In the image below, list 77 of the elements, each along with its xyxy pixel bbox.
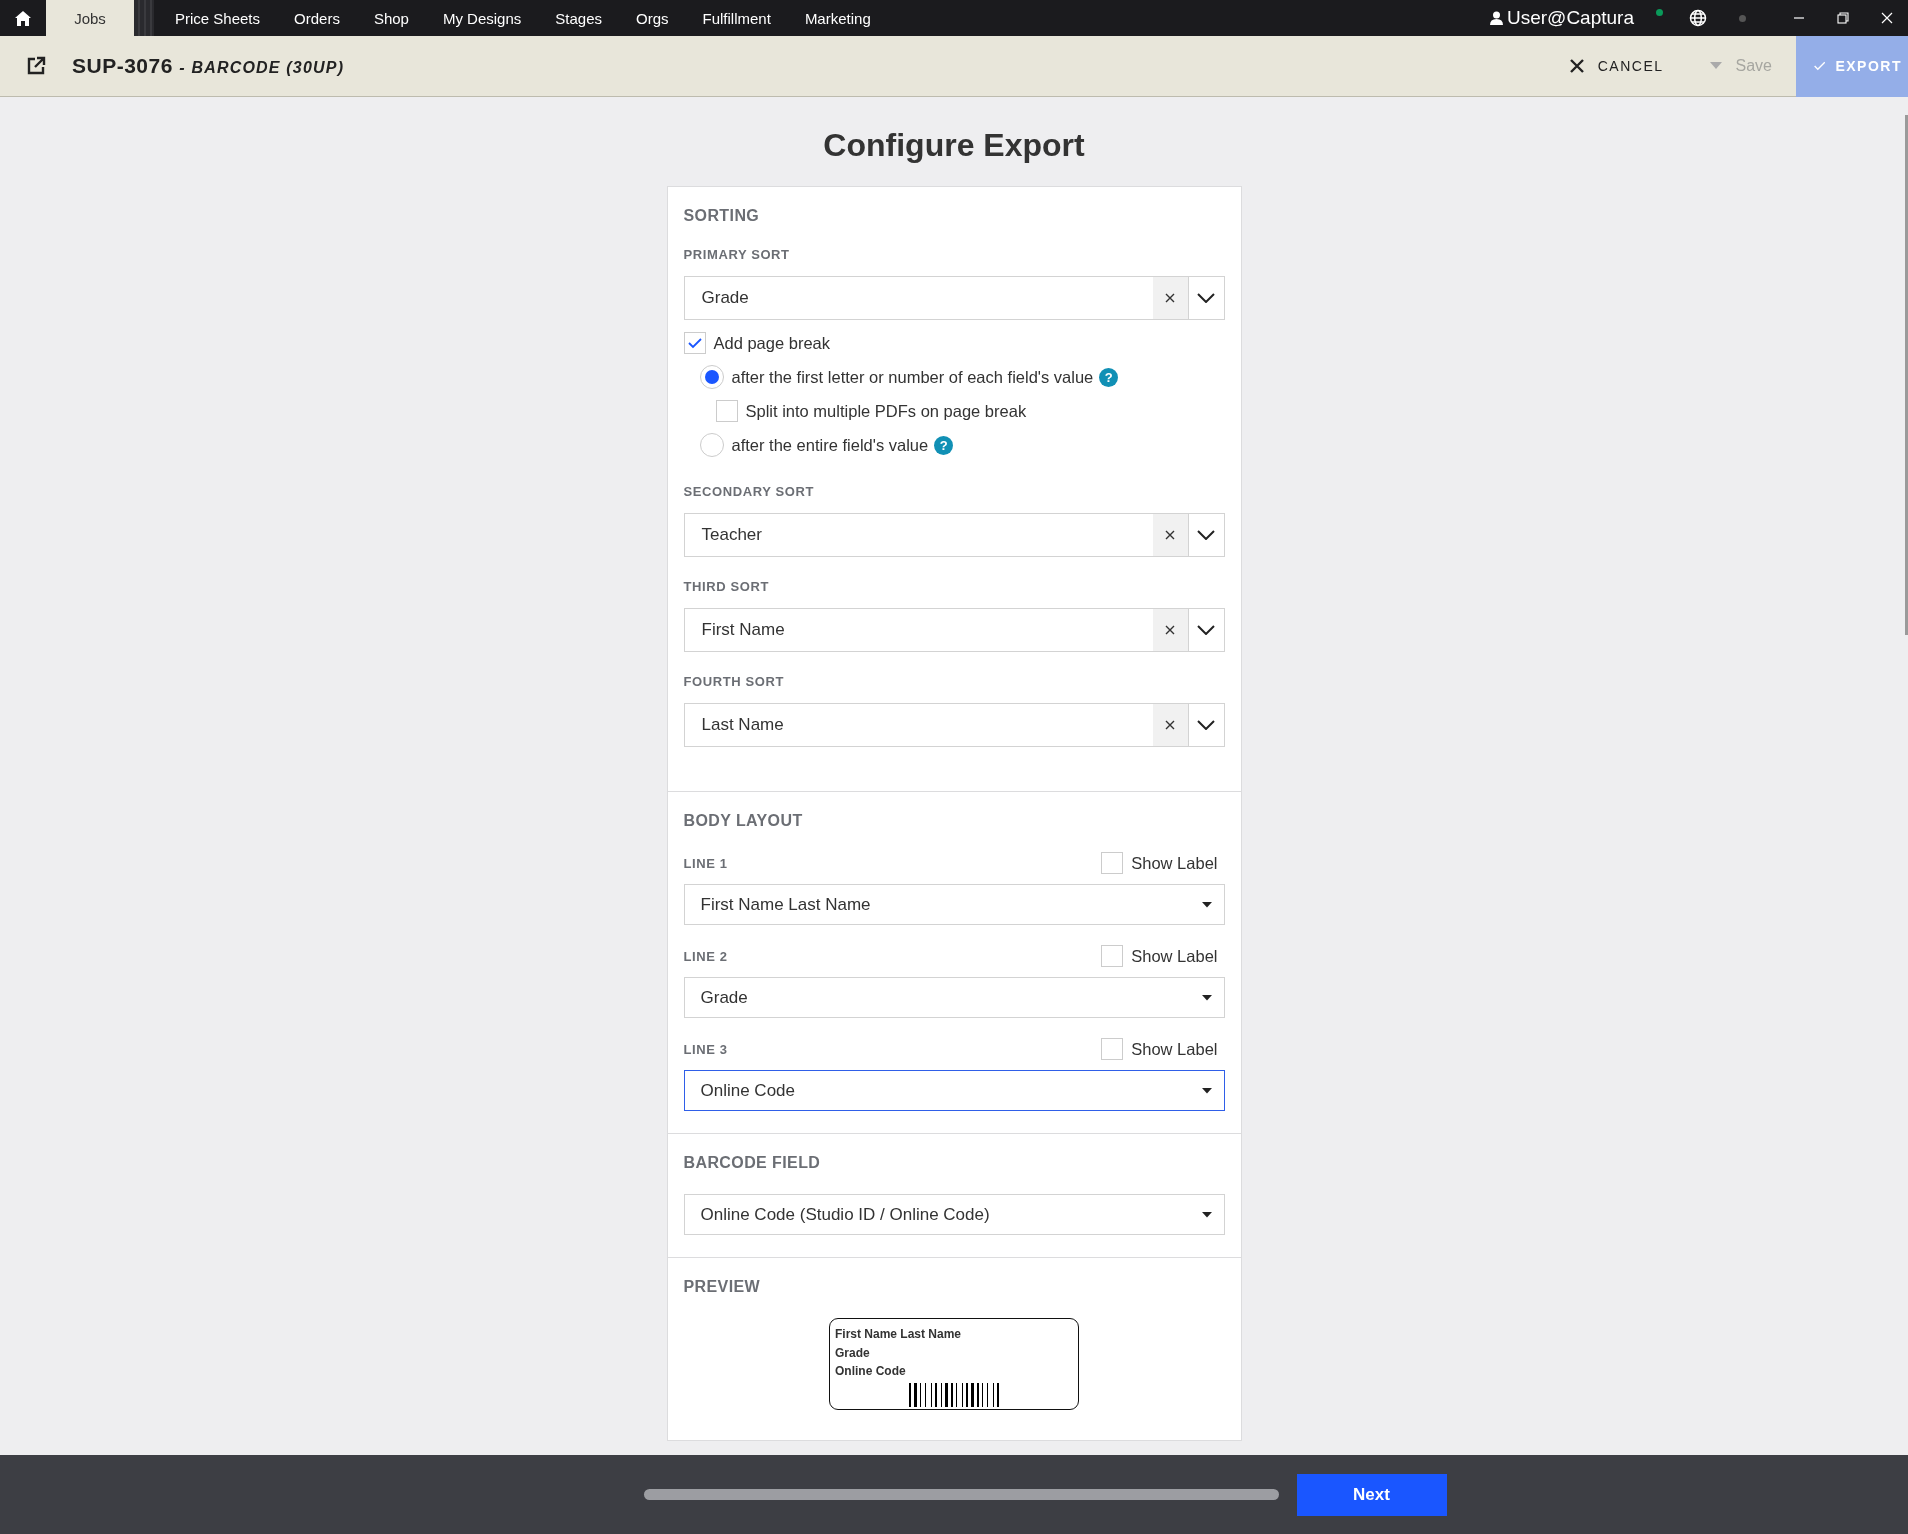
preview-text: Grade bbox=[835, 1344, 871, 1362]
line-select[interactable]: Grade bbox=[683, 977, 1225, 1018]
close-icon bbox=[1165, 293, 1175, 303]
nav-tab[interactable]: Jobs bbox=[46, 0, 134, 36]
line-select[interactable]: First Name Last Name bbox=[683, 884, 1225, 925]
cancel-button[interactable]: CANCEL bbox=[1563, 57, 1670, 75]
field-label: PRIMARY SORT bbox=[683, 247, 791, 262]
user-icon bbox=[1490, 11, 1503, 25]
field-label: LINE 3 bbox=[683, 1041, 728, 1057]
sort-select[interactable]: First Name bbox=[683, 608, 1225, 652]
chevron-down-icon bbox=[1197, 625, 1215, 635]
field-label: THIRD SORT bbox=[683, 579, 770, 594]
caret-icon bbox=[1709, 62, 1722, 70]
preview-text: First Name Last Name bbox=[835, 1326, 963, 1343]
page-title: Configure Export bbox=[823, 127, 1085, 164]
restore-icon[interactable] bbox=[1837, 12, 1849, 24]
close-icon bbox=[1165, 530, 1175, 540]
radio-label: after the entire field's value bbox=[731, 435, 929, 455]
checkbox-label: Show Label bbox=[1131, 853, 1218, 873]
caret-icon bbox=[1201, 901, 1212, 908]
external-link-icon[interactable] bbox=[26, 56, 46, 76]
checkbox-label: Show Label bbox=[1131, 1039, 1218, 1059]
scrollbar[interactable] bbox=[1905, 115, 1908, 635]
barcode-field-select[interactable]: Online Code (Studio ID / Online Code) bbox=[683, 1194, 1225, 1235]
radio-label: after the first letter or number of each field's value bbox=[731, 367, 1094, 387]
nav-tab[interactable]: Fulfillment bbox=[685, 0, 788, 36]
checkbox-label: Show Label bbox=[1131, 946, 1218, 966]
caret-icon bbox=[1201, 1087, 1212, 1094]
checkbox[interactable] bbox=[683, 332, 706, 354]
close-icon bbox=[1165, 720, 1175, 730]
checkbox[interactable] bbox=[1101, 1038, 1124, 1060]
globe-icon[interactable] bbox=[1689, 9, 1707, 27]
close-icon[interactable] bbox=[1881, 12, 1893, 24]
sort-select[interactable]: Grade bbox=[683, 276, 1225, 320]
nav-tab[interactable]: Orders bbox=[277, 0, 357, 36]
checkbox-label: Add page break bbox=[713, 333, 830, 353]
home-icon bbox=[15, 10, 31, 26]
nav-tab[interactable]: Orgs bbox=[619, 0, 686, 36]
field-label: LINE 1 bbox=[683, 855, 728, 871]
section-heading: PREVIEW bbox=[683, 1278, 762, 1296]
caret-icon bbox=[1201, 1211, 1212, 1218]
checkbox-label: Split into multiple PDFs on page break bbox=[745, 401, 1027, 421]
user-account[interactable]: User@Captura bbox=[1490, 7, 1634, 29]
grip-handle[interactable] bbox=[134, 0, 154, 36]
section-heading: SORTING bbox=[683, 207, 761, 225]
checkmark-icon bbox=[687, 337, 702, 349]
line-select[interactable]: Online Code bbox=[683, 1070, 1225, 1111]
field-label: SECONDARY SORT bbox=[683, 484, 815, 499]
field-label: FOURTH SORT bbox=[683, 674, 785, 689]
nav-tab[interactable]: Price Sheets bbox=[158, 0, 278, 36]
close-icon bbox=[1165, 625, 1175, 635]
nav-tab[interactable]: My Designs bbox=[425, 0, 539, 36]
close-icon bbox=[1569, 59, 1584, 73]
next-button[interactable]: Next bbox=[1296, 1473, 1447, 1516]
nav-tab[interactable]: Shop bbox=[356, 0, 426, 36]
status-dot bbox=[1739, 14, 1746, 22]
checkbox[interactable] bbox=[1101, 852, 1124, 874]
section-heading: BODY LAYOUT bbox=[683, 812, 804, 830]
chevron-down-icon bbox=[1197, 530, 1215, 540]
chevron-down-icon bbox=[1197, 293, 1215, 303]
section-heading: BARCODE FIELD bbox=[683, 1154, 822, 1172]
field-label: LINE 2 bbox=[683, 948, 728, 964]
caret-icon bbox=[1201, 994, 1212, 1001]
job-title: SUP-3076 - BARCODE (30UP) bbox=[72, 54, 345, 78]
nav-tab[interactable]: Marketing bbox=[787, 0, 888, 36]
sort-select[interactable]: Teacher bbox=[683, 513, 1225, 557]
checkbox[interactable] bbox=[715, 400, 738, 422]
sort-select[interactable]: Last Name bbox=[683, 703, 1225, 747]
checkbox[interactable] bbox=[1101, 945, 1124, 967]
checkmark-icon bbox=[1814, 59, 1826, 73]
horizontal-scrollbar[interactable] bbox=[643, 1489, 1279, 1500]
help-badge[interactable]: ? bbox=[934, 435, 954, 455]
nav-tab[interactable]: Stages bbox=[538, 0, 619, 36]
preview-text: Online Code bbox=[835, 1363, 907, 1380]
help-badge[interactable]: ? bbox=[1099, 367, 1119, 387]
chevron-down-icon bbox=[1197, 720, 1215, 730]
status-dot bbox=[1656, 8, 1663, 16]
